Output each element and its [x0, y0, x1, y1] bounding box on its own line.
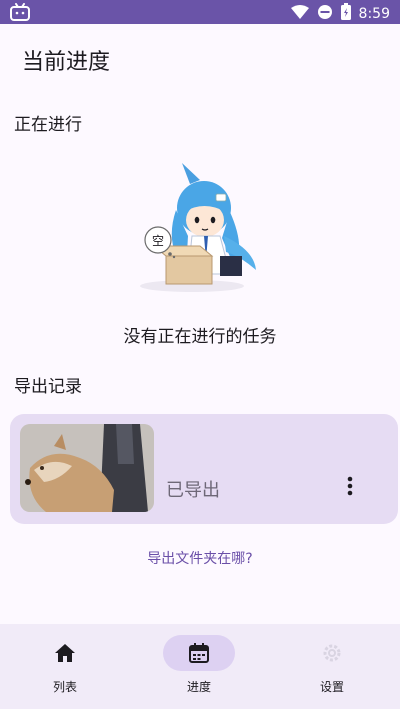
nav-item-settings[interactable]: 设置	[272, 624, 392, 709]
status-bar: 8:59	[0, 0, 400, 24]
export-thumbnail	[20, 424, 154, 512]
more-vert-icon	[347, 476, 353, 496]
export-status: 已导出	[166, 480, 220, 501]
nav-item-progress[interactable]: 进度	[139, 624, 259, 709]
nav-label-progress: 进度	[186, 680, 211, 694]
more-options-button[interactable]	[340, 472, 360, 500]
home-icon	[53, 641, 77, 665]
battery-icon	[340, 3, 351, 24]
bilibili-tv-icon	[10, 3, 30, 25]
calendar-icon	[187, 641, 211, 665]
empty-state-illustration: 空	[130, 158, 270, 302]
in-progress-section-title: 正在进行	[14, 115, 82, 135]
bottom-navigation: 列表 进度 设置	[0, 624, 400, 709]
page-title: 当前进度	[22, 50, 111, 75]
export-folder-help-link[interactable]: 导出文件夹在哪?	[0, 548, 400, 568]
export-record-card[interactable]: 已导出	[10, 414, 398, 524]
nav-item-list[interactable]: 列表	[5, 624, 125, 709]
export-section-title: 导出记录	[14, 377, 82, 397]
nav-label-settings: 设置	[319, 680, 344, 694]
wifi-icon	[290, 4, 309, 24]
do-not-disturb-icon	[317, 4, 333, 24]
bubble-text: 空	[152, 234, 164, 248]
settings-icon	[320, 641, 344, 665]
status-time: 8:59	[358, 5, 390, 22]
empty-state-text: 没有正在进行的任务	[123, 327, 277, 347]
nav-label-list: 列表	[52, 680, 77, 694]
